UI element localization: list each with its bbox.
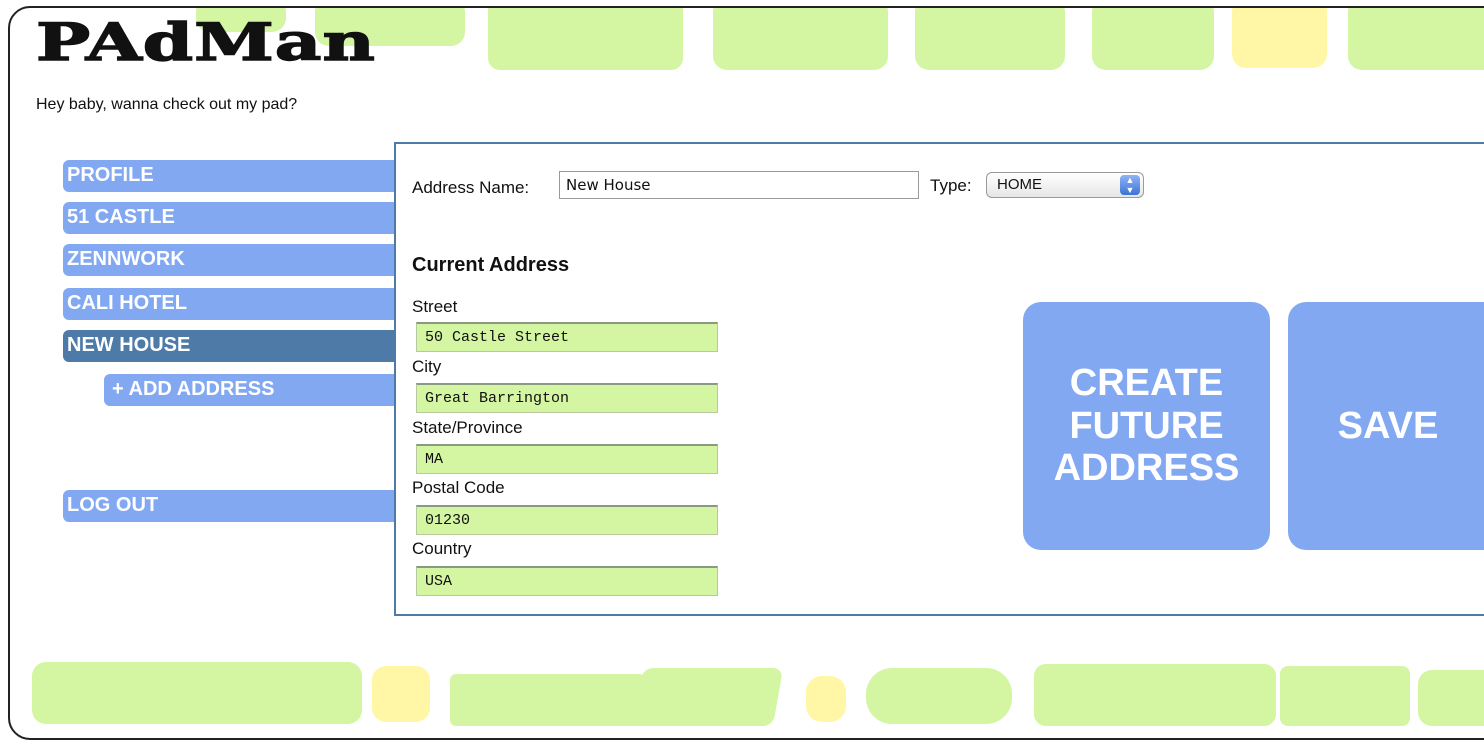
sidebar-item-new-house[interactable]: NEW HOUSE — [63, 330, 403, 362]
state-label: State/Province — [412, 418, 523, 437]
sidebar-item-profile[interactable]: PROFILE — [63, 160, 403, 192]
deco-block — [1092, 8, 1214, 70]
deco-block — [866, 668, 1012, 724]
create-future-line2: FUTURE — [1069, 404, 1224, 447]
sidebar-item-cali-hotel[interactable]: CALI HOTEL — [63, 288, 403, 320]
deco-block — [806, 676, 846, 722]
app-frame: PAdMan Hey baby, wanna check out my pad?… — [8, 6, 1484, 740]
save-label: SAVE — [1337, 404, 1439, 447]
type-label: Type: — [930, 176, 972, 195]
select-arrows-icon: ▲ ▼ — [1120, 175, 1140, 195]
deco-block — [713, 8, 888, 70]
deco-block — [1034, 664, 1276, 726]
sidebar-item-label: CALI HOTEL — [67, 292, 187, 314]
deco-block — [915, 8, 1065, 70]
save-button[interactable]: SAVE — [1288, 302, 1484, 550]
deco-block — [632, 668, 784, 726]
postal-code-field[interactable]: 01230 — [416, 505, 718, 535]
country-field[interactable]: USA — [416, 566, 718, 596]
postal-code-label: Postal Code — [412, 478, 505, 497]
sidebar-item-label: 51 CASTLE — [67, 206, 175, 228]
city-label: City — [412, 357, 442, 376]
add-address-button[interactable]: + ADD ADDRESS — [104, 374, 404, 406]
app-logo: PAdMan — [35, 10, 376, 73]
sidebar-item-label: PROFILE — [67, 164, 154, 186]
address-name-input[interactable]: New House — [559, 171, 919, 199]
street-label: Street — [412, 297, 458, 316]
create-future-line3: ADDRESS — [1053, 447, 1240, 490]
type-select[interactable]: HOME ▲ ▼ — [986, 172, 1144, 198]
address-panel: Address Name: New House Type: HOME ▲ ▼ Cu… — [394, 142, 1484, 616]
create-future-line1: CREATE — [1069, 362, 1224, 405]
street-field[interactable]: 50 Castle Street — [416, 322, 718, 352]
sidebar-item-label: NEW HOUSE — [67, 334, 191, 356]
deco-block — [1418, 670, 1484, 726]
deco-block — [1232, 8, 1327, 68]
deco-block — [1280, 666, 1410, 726]
country-label: Country — [412, 539, 472, 558]
city-field[interactable]: Great Barrington — [416, 383, 718, 413]
deco-block — [488, 8, 683, 70]
sidebar-item-label: ZENNWORK — [67, 248, 185, 270]
create-future-address-button[interactable]: CREATE FUTURE ADDRESS — [1023, 302, 1270, 550]
deco-block — [450, 674, 645, 726]
add-address-label: + ADD ADDRESS — [112, 378, 275, 400]
type-select-value: HOME — [997, 176, 1042, 193]
deco-block — [32, 662, 362, 724]
tagline: Hey baby, wanna check out my pad? — [36, 96, 298, 113]
address-name-label: Address Name: — [412, 178, 530, 197]
section-title: Current Address — [412, 254, 570, 276]
logout-button[interactable]: LOG OUT — [63, 490, 403, 522]
state-field[interactable]: MA — [416, 444, 718, 474]
deco-block — [372, 666, 430, 722]
sidebar-item-51-castle[interactable]: 51 CASTLE — [63, 202, 403, 234]
deco-block — [1348, 8, 1484, 70]
sidebar-item-zennwork[interactable]: ZENNWORK — [63, 244, 403, 276]
logout-label: LOG OUT — [67, 494, 159, 516]
